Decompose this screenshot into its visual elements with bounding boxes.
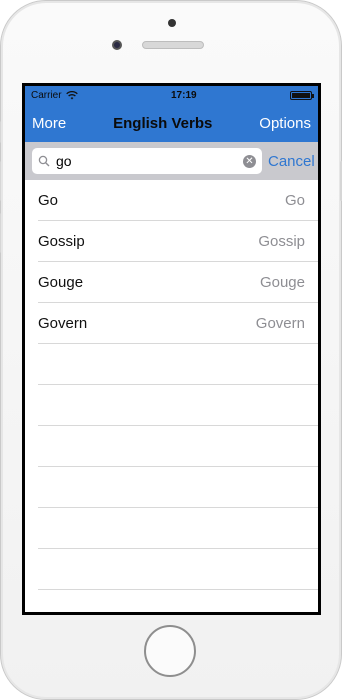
search-field-container[interactable]: ✕: [32, 148, 262, 174]
home-button[interactable]: [144, 625, 196, 677]
list-item-detail: Gossip: [258, 232, 305, 250]
screen: Carrier 17:19 More English Verbs Options: [22, 83, 321, 615]
search-input[interactable]: [56, 153, 237, 169]
mute-switch: [0, 121, 1, 143]
status-left: Carrier: [31, 90, 78, 101]
battery-icon: [289, 90, 314, 100]
search-icon: [38, 155, 50, 167]
list-item-title: Gossip: [38, 232, 85, 250]
navigation-bar: More English Verbs Options: [25, 104, 318, 142]
list-item-detail: Govern: [255, 314, 305, 332]
earpiece-speaker: [142, 41, 204, 49]
cancel-button[interactable]: Cancel: [268, 153, 315, 170]
more-button[interactable]: More: [32, 115, 66, 132]
list-item[interactable]: Go Go: [38, 180, 318, 221]
wifi-icon: [65, 90, 78, 99]
clear-icon[interactable]: ✕: [243, 154, 256, 168]
empty-row: [38, 344, 318, 385]
list-item-title: Go: [38, 191, 59, 209]
phone-frame: Carrier 17:19 More English Verbs Options: [0, 0, 342, 700]
list-item-detail: Gouge: [259, 273, 305, 291]
empty-row: [38, 508, 318, 549]
list-item-detail: Go: [284, 191, 305, 209]
front-camera: [112, 40, 122, 50]
list-item[interactable]: Gouge Gouge: [38, 262, 318, 303]
status-time: 17:19: [170, 89, 197, 101]
page-title: English Verbs: [113, 114, 213, 132]
empty-row: [38, 467, 318, 508]
options-button[interactable]: Options: [259, 115, 311, 132]
list-item[interactable]: Gossip Gossip: [38, 221, 318, 262]
results-list: Go Go Gossip Gossip Gouge Gouge Govern G…: [25, 180, 318, 590]
app-screen: Carrier 17:19 More English Verbs Options: [25, 86, 318, 612]
empty-row: [38, 549, 318, 590]
list-item[interactable]: Govern Govern: [38, 303, 318, 344]
status-bar: Carrier 17:19: [25, 86, 318, 104]
carrier-label: Carrier: [31, 89, 62, 101]
sensor-dot: [168, 19, 176, 27]
search-bar: ✕ Cancel: [25, 142, 318, 180]
volume-down-button: [0, 213, 1, 253]
empty-row: [38, 385, 318, 426]
empty-row: [38, 426, 318, 467]
list-item-title: Gouge: [38, 273, 84, 291]
list-item-title: Govern: [38, 314, 88, 332]
volume-up-button: [0, 161, 1, 201]
